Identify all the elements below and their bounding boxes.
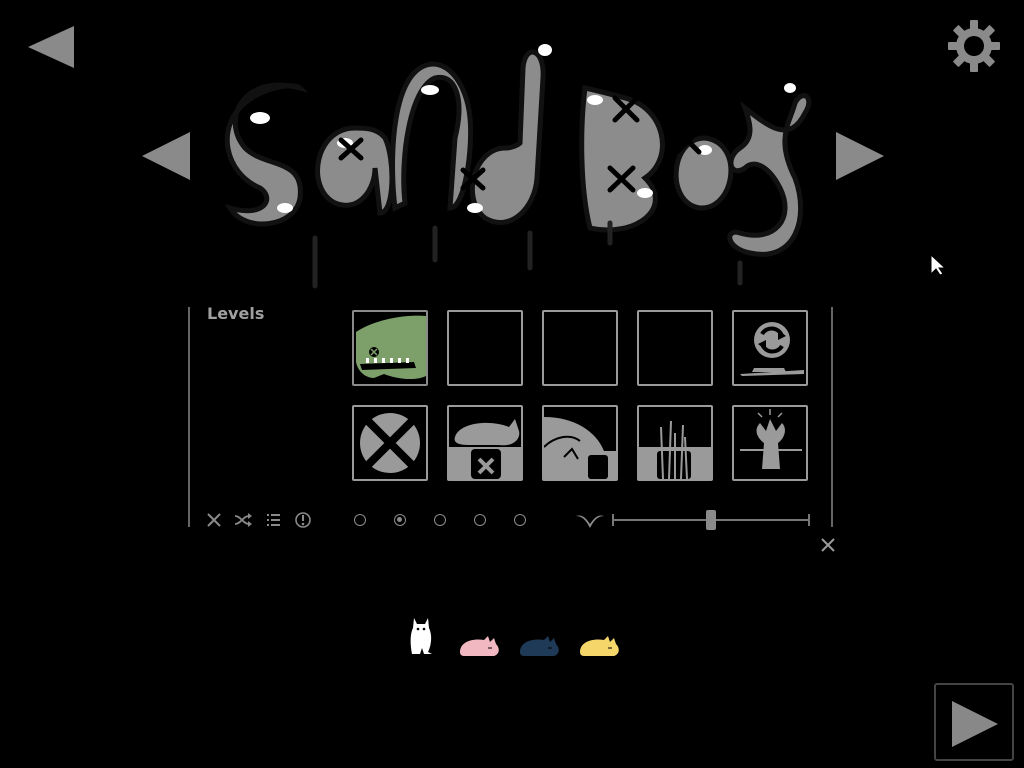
left-arrow-icon [142,132,190,180]
next-button[interactable] [834,130,886,182]
yellow-cat-character[interactable] [578,634,622,658]
navy-cat-character[interactable] [518,634,562,658]
level-tile-empty-3[interactable] [637,310,713,386]
right-arrow-icon [836,132,884,180]
level-tile-empty-2[interactable] [542,310,618,386]
back-button[interactable] [26,24,76,70]
list-icon[interactable] [265,511,283,529]
sandbox-logo [205,28,825,296]
level-tile-tree[interactable] [732,405,808,481]
level-tile-grass[interactable] [637,405,713,481]
settings-button[interactable] [946,18,1002,74]
level-tile-cat-cross[interactable] [447,405,523,481]
previous-button[interactable] [140,130,192,182]
slider-min-tick [612,514,614,526]
speed-slider-knob[interactable] [706,510,716,530]
reset-icon [740,322,804,376]
level-tile-empty-1[interactable] [447,310,523,386]
level-tile-reset[interactable] [732,310,808,386]
close-icon[interactable] [205,511,223,529]
level-tile-dino[interactable] [352,310,428,386]
page-dot-1[interactable] [354,514,366,526]
levels-heading: Levels [207,304,265,323]
level-tile-cat-slope[interactable] [542,405,618,481]
panel-right-border [831,307,833,527]
slider-max-tick [808,514,810,526]
white-cat-character[interactable] [406,614,436,656]
close-panel-icon[interactable] [819,536,837,554]
dino-icon [356,315,426,380]
play-icon [952,701,998,747]
shuffle-icon[interactable] [234,511,252,529]
tree-creature-icon [740,409,802,469]
bird-icon [576,515,604,528]
delete-x-icon [360,413,420,473]
grass-icon [639,420,711,479]
page-dot-2[interactable] [394,514,406,526]
level-tile-delete[interactable] [352,405,428,481]
page-dot-3[interactable] [434,514,446,526]
cat-slope-icon [544,417,616,479]
pink-cat-character[interactable] [458,634,502,658]
back-arrow-icon [28,26,74,68]
cat-cross-icon [449,419,521,479]
page-dot-5[interactable] [514,514,526,526]
info-icon[interactable] [294,511,312,529]
panel-left-border [188,307,190,527]
page-dot-4[interactable] [474,514,486,526]
play-button[interactable] [934,683,1014,761]
mouse-cursor-icon [930,254,946,276]
gear-icon [948,20,1000,72]
